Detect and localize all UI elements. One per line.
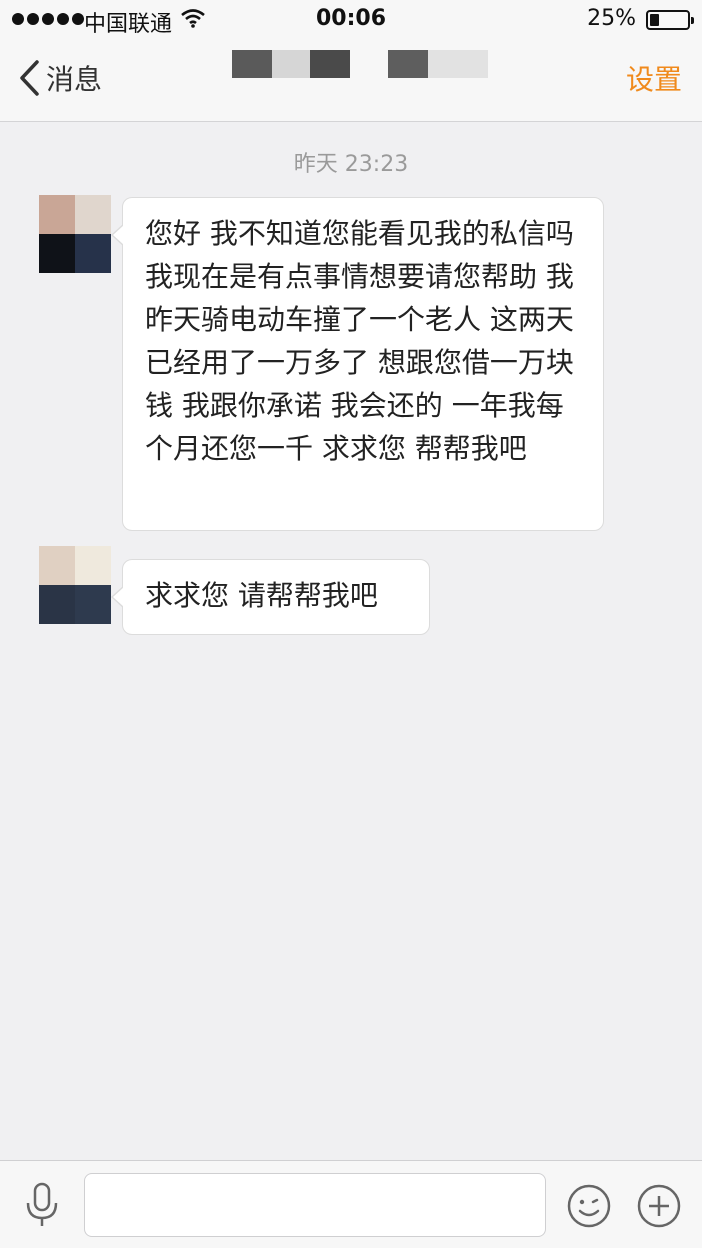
back-button[interactable]: 消息 — [18, 56, 102, 100]
message-bubble[interactable]: 求求您 请帮帮我吧 — [111, 559, 430, 635]
chat-screen: 中国联通 00:06 25% 消息 设置 昨天 23:23 您好 我不知道您能看… — [0, 0, 702, 1248]
avatar[interactable] — [39, 195, 111, 273]
plus-icon[interactable] — [636, 1183, 682, 1233]
settings-button[interactable]: 设置 — [626, 58, 682, 98]
microphone-icon[interactable] — [22, 1181, 62, 1233]
chevron-left-icon — [20, 60, 39, 96]
message-text: 求求您 请帮帮我吧 — [145, 579, 378, 612]
battery-level — [650, 14, 659, 26]
navigation-bar: 消息 设置 — [0, 40, 702, 122]
message-text: 您好 我不知道您能看见我的私信吗 我现在是有点事情想要请您帮助 我昨天骑电动车撞… — [145, 217, 574, 465]
status-bar: 中国联通 00:06 25% — [0, 0, 702, 40]
battery-percent: 25% — [587, 6, 636, 31]
input-bar — [0, 1160, 702, 1248]
message-timestamp: 昨天 23:23 — [293, 152, 409, 177]
emoji-icon[interactable] — [566, 1183, 612, 1233]
battery-icon — [646, 10, 694, 30]
message-bubble[interactable]: 您好 我不知道您能看见我的私信吗 我现在是有点事情想要请您帮助 我昨天骑电动车撞… — [111, 197, 604, 531]
avatar[interactable] — [39, 546, 111, 624]
contact-name-blurred — [232, 50, 502, 80]
message-input[interactable] — [84, 1173, 546, 1237]
back-button-label: 消息 — [46, 63, 103, 96]
